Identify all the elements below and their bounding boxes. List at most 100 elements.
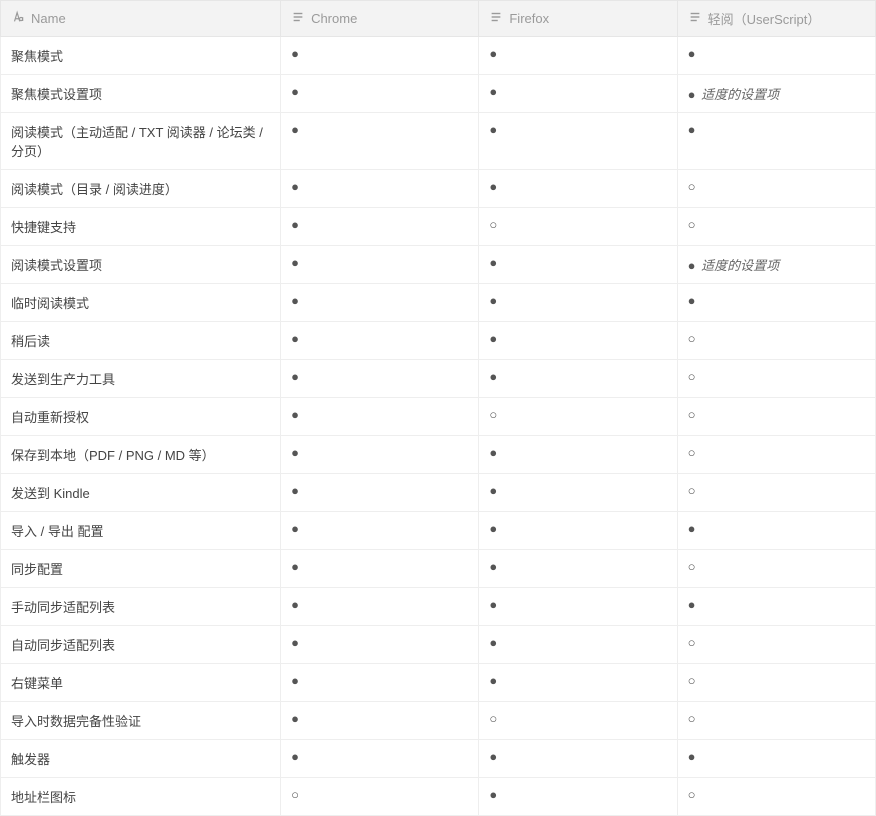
empty-circle-icon: ○ xyxy=(688,711,696,726)
table-row: 自动重新授权●○○ xyxy=(1,398,876,436)
firefox-cell: ● xyxy=(479,113,677,170)
firefox-cell: ● xyxy=(479,512,677,550)
feature-name-cell: 发送到生产力工具 xyxy=(1,360,281,398)
filled-circle-icon: ● xyxy=(489,331,497,346)
cell-note: 适度的设置项 xyxy=(698,258,780,273)
firefox-cell: ● xyxy=(479,588,677,626)
user-cell: ○ xyxy=(677,474,875,512)
empty-circle-icon: ○ xyxy=(688,179,696,194)
firefox-cell: ● xyxy=(479,284,677,322)
cell-note: 适度的设置项 xyxy=(698,87,780,102)
user-cell: ● xyxy=(677,588,875,626)
user-cell: ○ xyxy=(677,360,875,398)
feature-name-cell: 导入 / 导出 配置 xyxy=(1,512,281,550)
feature-name-cell: 自动重新授权 xyxy=(1,398,281,436)
empty-circle-icon: ○ xyxy=(688,331,696,346)
firefox-cell: ● xyxy=(479,246,677,284)
chrome-cell: ○ xyxy=(281,778,479,816)
firefox-cell: ● xyxy=(479,740,677,778)
chrome-cell: ● xyxy=(281,284,479,322)
chrome-cell: ● xyxy=(281,626,479,664)
table-row: 发送到生产力工具●●○ xyxy=(1,360,876,398)
feature-name-cell: 临时阅读模式 xyxy=(1,284,281,322)
filled-circle-icon: ● xyxy=(489,787,497,802)
column-header-label: 轻阅（UserScript） xyxy=(708,12,821,27)
chrome-cell: ● xyxy=(281,170,479,208)
table-row: 阅读模式（主动适配 / TXT 阅读器 / 论坛类 / 分页） ● ● ● xyxy=(1,113,876,170)
feature-name-cell: 聚焦模式设置项 xyxy=(1,75,281,113)
chrome-cell: ● xyxy=(281,246,479,284)
filled-circle-icon: ● xyxy=(291,711,299,726)
table-row: 保存到本地（PDF / PNG / MD 等）●●○ xyxy=(1,436,876,474)
chrome-cell: ● xyxy=(281,322,479,360)
filled-circle-icon: ● xyxy=(291,84,299,99)
chrome-cell: ● xyxy=(281,550,479,588)
empty-circle-icon: ○ xyxy=(291,787,299,802)
chrome-cell: ● xyxy=(281,37,479,75)
table-row: 发送到 Kindle●●○ xyxy=(1,474,876,512)
table-row: 临时阅读模式●●● xyxy=(1,284,876,322)
empty-circle-icon: ○ xyxy=(489,217,497,232)
column-header-label: Firefox xyxy=(509,11,549,26)
filled-circle-icon: ● xyxy=(489,597,497,612)
feature-name-cell: 自动同步适配列表 xyxy=(1,626,281,664)
filled-circle-icon: ● xyxy=(291,122,299,137)
empty-circle-icon: ○ xyxy=(489,407,497,422)
filled-circle-icon: ● xyxy=(291,179,299,194)
filled-circle-icon: ● xyxy=(291,597,299,612)
chrome-cell: ● xyxy=(281,588,479,626)
filled-circle-icon: ● xyxy=(489,483,497,498)
empty-circle-icon: ○ xyxy=(688,217,696,232)
feature-name-cell: 保存到本地（PDF / PNG / MD 等） xyxy=(1,436,281,474)
filled-circle-icon: ● xyxy=(688,122,696,137)
user-cell: ● xyxy=(677,113,875,170)
filled-circle-icon: ● xyxy=(489,122,497,137)
filled-circle-icon: ● xyxy=(291,255,299,270)
user-cell: ○ xyxy=(677,322,875,360)
user-cell: ● xyxy=(677,512,875,550)
user-cell: ○ xyxy=(677,436,875,474)
table-row: 手动同步适配列表●●● xyxy=(1,588,876,626)
firefox-cell: ● xyxy=(479,550,677,588)
table-body: 聚焦模式●●●聚焦模式设置项●●● 适度的设置项阅读模式（主动适配 / TXT … xyxy=(1,37,876,816)
user-cell: ○ xyxy=(677,626,875,664)
filled-circle-icon: ● xyxy=(489,445,497,460)
feature-name-cell: 阅读模式（主动适配 / TXT 阅读器 / 论坛类 / 分页） xyxy=(1,113,281,170)
table-row: 聚焦模式●●● xyxy=(1,37,876,75)
empty-circle-icon: ○ xyxy=(688,635,696,650)
column-header-chrome: Chrome xyxy=(281,1,479,37)
user-cell: ● xyxy=(677,284,875,322)
text-type-icon xyxy=(11,10,25,27)
list-icon xyxy=(688,10,702,27)
chrome-cell: ● xyxy=(281,702,479,740)
filled-circle-icon: ● xyxy=(291,217,299,232)
table-row: 快捷键支持●○○ xyxy=(1,208,876,246)
filled-circle-icon: ● xyxy=(489,635,497,650)
filled-circle-icon: ● xyxy=(291,673,299,688)
filled-circle-icon: ● xyxy=(291,46,299,61)
feature-name-cell: 稍后读 xyxy=(1,322,281,360)
filled-circle-icon: ● xyxy=(291,559,299,574)
table-row: 稍后读●●○ xyxy=(1,322,876,360)
table-row: 阅读模式设置项●●● 适度的设置项 xyxy=(1,246,876,284)
empty-circle-icon: ○ xyxy=(688,369,696,384)
filled-circle-icon: ● xyxy=(489,255,497,270)
feature-comparison-table: Name Chrome Firefox xyxy=(0,0,876,816)
firefox-cell: ○ xyxy=(479,702,677,740)
user-cell: ● xyxy=(677,37,875,75)
filled-circle-icon: ● xyxy=(688,46,696,61)
table-row: 触发器●●● xyxy=(1,740,876,778)
filled-circle-icon: ● xyxy=(489,84,497,99)
feature-name-cell: 同步配置 xyxy=(1,550,281,588)
filled-circle-icon: ● xyxy=(489,749,497,764)
user-cell: ● 适度的设置项 xyxy=(677,246,875,284)
chrome-cell: ● xyxy=(281,75,479,113)
firefox-cell: ● xyxy=(479,170,677,208)
firefox-cell: ● xyxy=(479,436,677,474)
chrome-cell: ● xyxy=(281,474,479,512)
feature-name-cell: 导入时数据完备性验证 xyxy=(1,702,281,740)
empty-circle-icon: ○ xyxy=(688,559,696,574)
filled-circle-icon: ● xyxy=(688,597,696,612)
column-header-userscript: 轻阅（UserScript） xyxy=(677,1,875,37)
user-cell: ○ xyxy=(677,398,875,436)
